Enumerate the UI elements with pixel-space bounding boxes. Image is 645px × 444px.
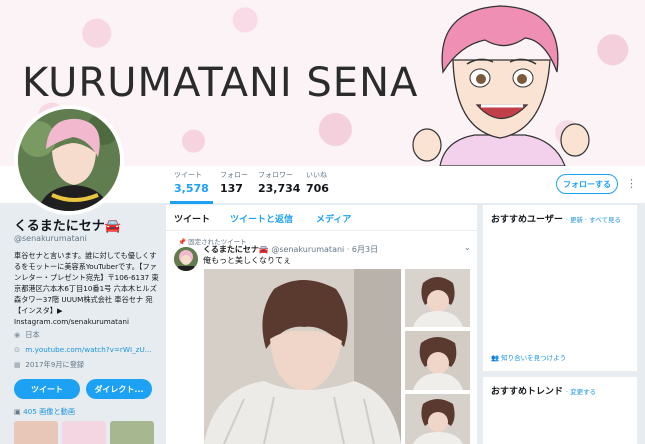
- trends-change-link[interactable]: · 変更する: [566, 388, 596, 396]
- profile-location: ◉ 日本: [14, 330, 40, 340]
- media-thumbnail[interactable]: [110, 421, 154, 444]
- people-icon: 👥: [491, 354, 500, 362]
- profile-handle: @senakurumatani: [14, 234, 87, 243]
- profile-name[interactable]: くるまたにセナ🚘: [14, 215, 121, 234]
- tweet-avatar[interactable]: [174, 247, 198, 271]
- photos-videos-link[interactable]: ▣ 405 画像と動画: [14, 407, 75, 417]
- stat-likes[interactable]: いいね 706: [306, 170, 329, 195]
- profile-bio: 車谷セナと言います。誰に対しても優しくするをモットーに美容系YouTuberです…: [14, 251, 159, 326]
- stat-followers[interactable]: フォロワー 23,734: [258, 170, 300, 195]
- banner-title: KURUMATANI SENA: [22, 60, 419, 106]
- stat-value: 3,578: [174, 182, 209, 195]
- who-to-follow-links[interactable]: · 更新 · すべて見る: [566, 216, 621, 224]
- tweet-photo-side[interactable]: [405, 331, 470, 390]
- stat-following[interactable]: フォロー 137: [220, 170, 248, 195]
- tweet-photo-side[interactable]: [405, 269, 470, 327]
- trends-title: おすすめトレンド · 変更する: [491, 384, 596, 397]
- pin-icon: 📌: [178, 238, 187, 246]
- avatar[interactable]: [14, 105, 124, 215]
- calendar-icon: ▦: [14, 360, 21, 369]
- stat-tweets[interactable]: ツイート 3,578: [170, 170, 213, 204]
- tweet-header: くるまたにセナ🚘 @senakurumatani · 6月3日: [203, 244, 378, 255]
- joined-text: 2017年9月に登録: [25, 360, 85, 369]
- trends-heading: おすすめトレンド: [491, 387, 564, 397]
- media-thumbnail[interactable]: [62, 421, 106, 444]
- who-to-follow-card: おすすめユーザー · 更新 · すべて見る 👥 知り合いを見つけよう: [483, 205, 637, 371]
- trends-card: おすすめトレンド · 変更する: [483, 377, 637, 444]
- tweet-author-handle: @senakurumatani: [271, 245, 345, 254]
- chevron-down-icon[interactable]: ⌄: [464, 243, 471, 252]
- tab-tweets[interactable]: ツイート: [174, 212, 210, 225]
- tweet-to-button[interactable]: ツイート: [14, 379, 80, 399]
- location-text: 日本: [25, 330, 40, 339]
- photo-portrait: [405, 269, 470, 327]
- media-thumbnail[interactable]: [14, 421, 58, 444]
- image-icon: ▣: [14, 407, 21, 416]
- stat-value: 706: [306, 182, 329, 195]
- banner-illustration: [412, 5, 590, 166]
- stat-label: ツイート: [174, 171, 202, 179]
- direct-message-button[interactable]: ダイレクト...: [86, 379, 152, 399]
- profile-website[interactable]: ⊙ m.youtube.com/watch?v=rWI_zU...: [14, 345, 152, 354]
- tweet-text: 俺もっと美しくなりてぇ: [203, 256, 291, 265]
- tweet-photo-side[interactable]: [405, 394, 470, 444]
- photo-portrait: [405, 331, 470, 390]
- who-to-follow-title: おすすめユーザー · 更新 · すべて見る: [491, 212, 621, 225]
- website-link[interactable]: m.youtube.com/watch?v=rWI_zU...: [25, 345, 151, 354]
- stat-value: 137: [220, 182, 243, 195]
- stat-label: フォロー: [220, 171, 248, 179]
- find-friends-text[interactable]: 知り合いを見つけよう: [501, 354, 566, 362]
- tab-tweets-and-replies[interactable]: ツイートと返信: [230, 212, 293, 225]
- photo-portrait: [405, 394, 470, 444]
- timeline-tabs: ツイート ツイートと返信 メディア: [166, 205, 477, 231]
- more-options-icon[interactable]: ⋮: [626, 177, 637, 190]
- stat-label: フォロワー: [258, 171, 293, 179]
- stat-label: いいね: [306, 171, 327, 179]
- avatar-photo: [18, 109, 120, 211]
- tweet-avatar-photo: [174, 247, 198, 271]
- tweet-photo-main[interactable]: [204, 269, 401, 444]
- tweet-author-name[interactable]: くるまたにセナ🚘: [203, 245, 269, 254]
- find-friends-link[interactable]: 👥 知り合いを見つけよう: [491, 352, 566, 362]
- timeline: ツイート ツイートと返信 メディア 📌 固定されたツイート くるまたにセナ🚘 @…: [166, 205, 477, 444]
- profile-joined: ▦ 2017年9月に登録: [14, 360, 84, 370]
- tab-media[interactable]: メディア: [316, 212, 351, 225]
- follow-button[interactable]: フォローする: [556, 174, 618, 194]
- who-to-follow-heading: おすすめユーザー: [491, 215, 563, 225]
- link-icon: ⊙: [14, 345, 21, 354]
- tweet-date[interactable]: · 6月3日: [347, 245, 378, 254]
- photo-portrait: [204, 269, 401, 444]
- stat-value: 23,734: [258, 182, 301, 195]
- media-link-text[interactable]: 405 画像と動画: [23, 407, 75, 416]
- location-pin-icon: ◉: [14, 330, 21, 339]
